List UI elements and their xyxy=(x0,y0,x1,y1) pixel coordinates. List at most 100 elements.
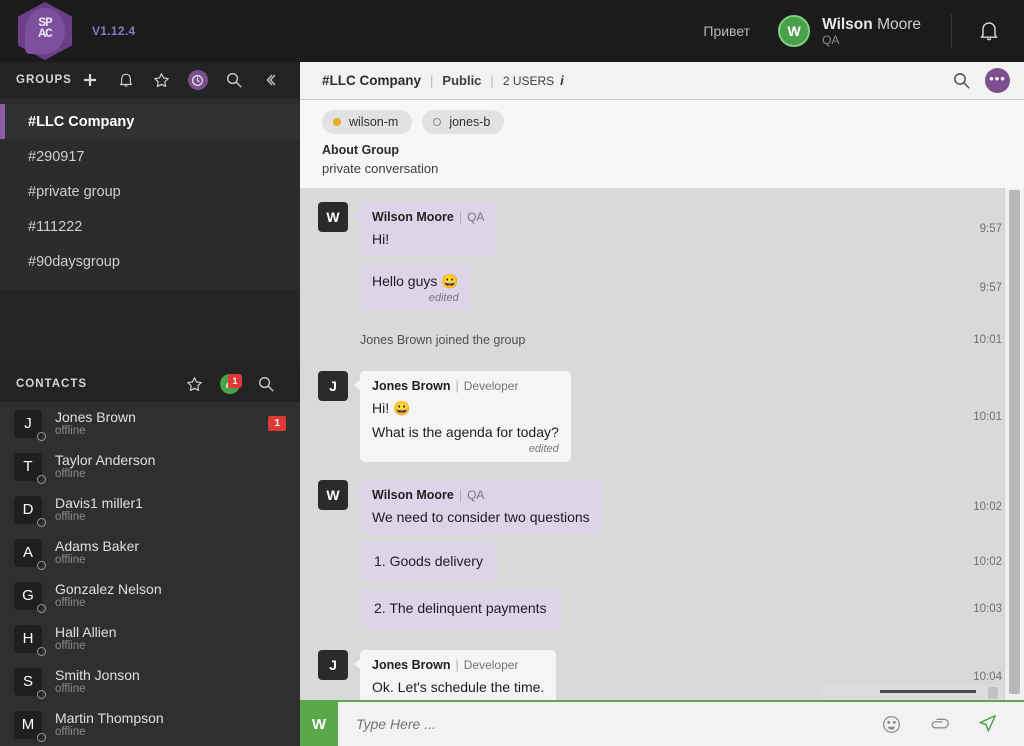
message-text: 2. The delinquent payments xyxy=(374,600,547,616)
message-bubble[interactable]: Jones Brown | Developer Ok. Let's schedule… xyxy=(353,650,557,700)
message-author: Jones Brown | Developer xyxy=(372,379,519,393)
list-item[interactable]: T Taylor Anderson offline xyxy=(0,445,300,488)
contact-name: Taylor Anderson xyxy=(55,452,156,468)
sidebar-item-90daysgroup[interactable]: #90daysgroup xyxy=(0,244,300,279)
list-item[interactable]: J Jones Brown offline 1 xyxy=(0,402,300,445)
plus-icon[interactable] xyxy=(72,72,108,88)
current-user[interactable]: W Wilson Moore QA xyxy=(778,15,921,47)
list-item[interactable]: S Smith Jonson offline xyxy=(0,660,300,703)
active-indicator-caret xyxy=(223,394,237,401)
message-text: Hi! xyxy=(372,231,390,247)
message-row: 2. The delinquent payments 10:03 xyxy=(300,589,1024,628)
logo-area: SP AC V1.12.4 xyxy=(0,2,300,60)
avatar: J xyxy=(14,409,46,441)
chat-visibility: Public xyxy=(442,73,482,88)
app-version: V1.12.4 xyxy=(92,24,136,38)
search-icon[interactable] xyxy=(952,71,971,90)
avatar: H xyxy=(14,624,46,656)
chat-badge: 1 xyxy=(228,374,242,388)
message-bubble[interactable]: 1. Goods delivery xyxy=(360,542,497,581)
star-icon[interactable] xyxy=(144,71,180,90)
sidebar-item-111222[interactable]: #111222 xyxy=(0,209,300,244)
message-row: J Jones Brown | Developer Hi! 😀 What is th… xyxy=(300,371,1024,462)
top-bar-right: Привет W Wilson Moore QA xyxy=(703,14,1024,48)
group-label: #111222 xyxy=(28,218,83,235)
app-logo-icon[interactable]: SP AC xyxy=(18,2,72,60)
group-label: #90daysgroup xyxy=(28,253,120,270)
list-item[interactable]: G Gonzalez Nelson offline xyxy=(0,574,300,617)
presence-dot-icon xyxy=(333,118,341,126)
contact-status: offline xyxy=(55,554,86,566)
status-dot xyxy=(37,431,46,441)
clock-icon[interactable] xyxy=(180,70,216,97)
system-message-row: Jones Brown joined the group 10:01 xyxy=(300,333,1024,347)
message-row: 1. Goods delivery 10:02 xyxy=(300,542,1024,581)
avatar: A xyxy=(14,538,46,570)
contact-name: Gonzalez Nelson xyxy=(55,581,162,597)
send-icon[interactable] xyxy=(976,713,998,735)
contact-status: offline xyxy=(55,683,86,695)
sidebar-item-private-group[interactable]: #private group xyxy=(0,174,300,209)
bell-icon[interactable] xyxy=(108,71,144,89)
star-icon[interactable] xyxy=(176,375,212,394)
collapse-icon[interactable] xyxy=(252,72,288,88)
info-icon[interactable]: i xyxy=(560,73,564,88)
contact-name: Davis1 miller1 xyxy=(55,495,143,511)
avatar: J xyxy=(318,650,348,680)
list-item[interactable]: A Adams Baker offline xyxy=(0,531,300,574)
status-dot xyxy=(37,689,46,699)
message-row: W Wilson Moore | QA We need to consider tw… xyxy=(300,480,1024,534)
sidebar-item-290917[interactable]: #290917 xyxy=(0,139,300,174)
list-item[interactable]: H Hall Allien offline xyxy=(0,617,300,660)
message-time: 10:03 xyxy=(973,602,1002,615)
search-icon[interactable] xyxy=(248,375,284,393)
message-time: 9:57 xyxy=(979,223,1002,235)
contact-name: Martin Thompson xyxy=(55,710,164,726)
user-role: QA xyxy=(822,32,840,47)
message-author: Wilson Moore | QA xyxy=(372,210,485,224)
chat-header: #LLC Company | Public | 2 USERS i ••• xyxy=(300,62,1024,100)
message-text: What is the agenda for today? xyxy=(372,424,559,440)
chat-icon[interactable]: 1 xyxy=(212,374,248,401)
list-item[interactable]: D Davis1 miller1 offline xyxy=(0,488,300,531)
message-author-role: QA xyxy=(467,210,485,224)
message-bubble[interactable]: Hello guys 😀 edited xyxy=(360,264,471,311)
avatar: W xyxy=(778,15,811,47)
member-chip-wilson-m[interactable]: wilson-m xyxy=(322,110,413,134)
about-group-title: About Group xyxy=(322,143,400,157)
message-bubble[interactable]: Wilson Moore | QA We need to consider two … xyxy=(354,480,602,534)
emoji-icon[interactable] xyxy=(881,714,902,735)
group-label: #private group xyxy=(28,183,121,200)
message-bubble[interactable]: Jones Brown | Developer Hi! 😀 What is the … xyxy=(354,371,571,462)
scrollbar-thumb[interactable] xyxy=(1009,190,1020,694)
search-icon[interactable] xyxy=(216,71,252,89)
status-dot xyxy=(37,560,46,570)
message-bubble[interactable]: Wilson Moore | QA Hi! xyxy=(353,202,497,256)
member-chip-label: wilson-m xyxy=(349,115,399,129)
contact-status: offline xyxy=(55,511,86,523)
composer-avatar: W xyxy=(300,701,338,746)
user-first-name: Wilson xyxy=(822,15,873,33)
horizontal-scrollbar[interactable] xyxy=(820,686,1004,700)
message-text: Hi! 😀 xyxy=(372,400,411,416)
bell-icon[interactable] xyxy=(978,19,1000,43)
message-edited-label: edited xyxy=(428,292,459,304)
groups-empty-space xyxy=(0,289,300,366)
attachment-icon[interactable] xyxy=(928,716,950,732)
vertical-scrollbar[interactable] xyxy=(1004,188,1024,700)
message-time: 10:02 xyxy=(973,501,1002,513)
greeting-text: Привет xyxy=(703,23,751,39)
groups-list: #LLC Company #290917 #private group #111… xyxy=(0,98,300,289)
list-item[interactable]: M Martin Thompson offline xyxy=(0,703,300,746)
message-input[interactable] xyxy=(338,716,881,732)
contact-status: offline xyxy=(55,425,86,437)
scrollbar-nub[interactable] xyxy=(988,687,998,699)
more-options-icon[interactable]: ••• xyxy=(985,68,1010,93)
member-chip-jones-b[interactable]: jones-b xyxy=(422,110,505,134)
message-bubble[interactable]: 2. The delinquent payments xyxy=(360,589,561,628)
status-dot xyxy=(37,517,46,527)
avatar: M xyxy=(14,710,46,742)
avatar: J xyxy=(318,371,348,401)
scrollbar-thumb[interactable] xyxy=(880,690,976,693)
sidebar-item-llc-company[interactable]: #LLC Company xyxy=(0,104,300,139)
